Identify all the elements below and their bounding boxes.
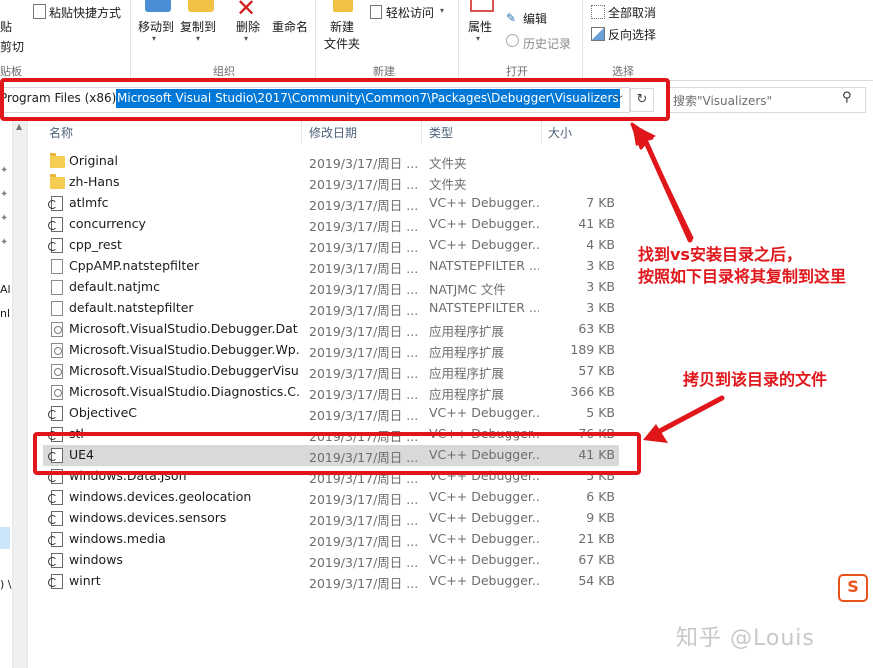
sogou-logo-icon: S — [838, 574, 868, 602]
annotation-arrows — [630, 122, 725, 443]
annotation-note-1-line-1: 找到vs安装目录之后， — [638, 245, 802, 264]
watermark-text: 知乎 @Louis — [676, 626, 815, 651]
annotation-note-1-line-2: 按照如下目录将其复制到这里 — [638, 267, 847, 286]
annotation-note-2: 拷贝到该目录的文件 — [683, 370, 828, 389]
